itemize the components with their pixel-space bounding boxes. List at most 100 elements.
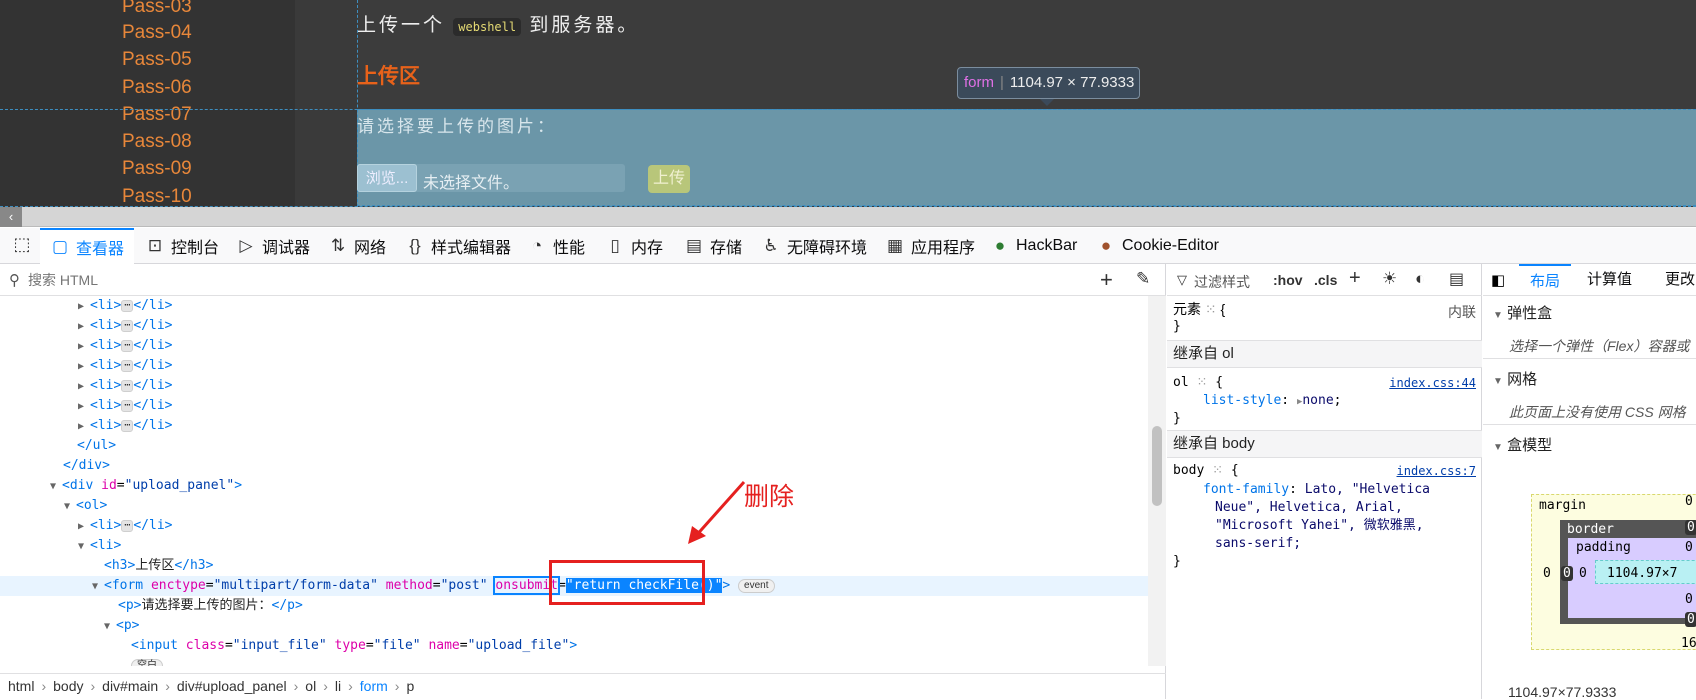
- expand-icon[interactable]: ▶: [78, 357, 90, 377]
- expand-icon[interactable]: ▶: [78, 297, 90, 317]
- nav-item-pass-06[interactable]: Pass-06: [122, 77, 192, 99]
- padding-left-value[interactable]: 0: [1579, 566, 1587, 581]
- padding-top-value[interactable]: 0: [1685, 540, 1693, 555]
- box-model-section[interactable]: ▼ 盒模型: [1493, 434, 1552, 455]
- ellipsis-badge[interactable]: ⋯: [121, 419, 134, 432]
- tree-row-ul-close[interactable]: </ul>: [0, 436, 1148, 456]
- flexbox-section[interactable]: ▼ 弹性盒: [1493, 302, 1552, 323]
- ellipsis-badge[interactable]: ⋯: [121, 379, 134, 392]
- breadcrumb-item[interactable]: p: [406, 674, 414, 698]
- ellipsis-badge[interactable]: ⋯: [121, 319, 134, 332]
- browse-button[interactable]: 浏览...: [357, 164, 417, 192]
- tree-row-whitespace[interactable]: 空白: [0, 656, 1148, 666]
- tab-console[interactable]: ⊡ 控制台: [145, 228, 219, 264]
- add-rule-icon[interactable]: +: [1349, 267, 1361, 290]
- tree-row-ol[interactable]: ▼ <ol>: [0, 496, 1148, 516]
- nav-item-pass-04[interactable]: Pass-04: [122, 22, 192, 44]
- tree-row-li[interactable]: ▶ <li> ⋯ </li>: [0, 356, 1148, 376]
- padding-bottom-value[interactable]: 0: [1685, 592, 1693, 607]
- body-rule-declaration[interactable]: font-family: Lato, "Helvetica: [1203, 481, 1430, 499]
- border-bottom-value[interactable]: 0: [1685, 612, 1696, 627]
- toggle-sidebar-icon[interactable]: ◧: [1491, 271, 1505, 289]
- ellipsis-badge[interactable]: ⋯: [121, 399, 134, 412]
- breadcrumb-item[interactable]: ol: [305, 674, 316, 698]
- tab-debugger[interactable]: ▷ 调试器: [236, 228, 310, 264]
- breadcrumb-item[interactable]: html: [8, 674, 34, 698]
- ol-rule-source-link[interactable]: index.css:44: [1389, 376, 1476, 390]
- tree-row-li[interactable]: ▶ <li> ⋯ </li>: [0, 416, 1148, 436]
- tab-network[interactable]: ⇅ 网络: [328, 228, 386, 264]
- expand-icon[interactable]: ▶: [78, 417, 90, 437]
- tab-computed[interactable]: 计算值: [1587, 264, 1632, 296]
- upload-button[interactable]: 上传: [648, 165, 690, 193]
- nav-item-pass-08[interactable]: Pass-08: [122, 131, 192, 153]
- expand-icon[interactable]: ▶: [78, 337, 90, 357]
- print-media-icon[interactable]: ▤: [1449, 269, 1464, 289]
- tree-row-li[interactable]: ▶ <li> ⋯ </li>: [0, 376, 1148, 396]
- tab-application[interactable]: ▦ 应用程序: [885, 228, 975, 264]
- filter-styles-input[interactable]: 过滤样式: [1194, 272, 1250, 292]
- tree-row-li[interactable]: ▶ <li> ⋯ </li>: [0, 396, 1148, 416]
- tree-row-li-open[interactable]: ▼ <li>: [0, 536, 1148, 556]
- ellipsis-badge[interactable]: ⋯: [121, 299, 134, 312]
- tab-inspector[interactable]: ▢ 查看器: [40, 228, 135, 264]
- expand-icon[interactable]: ▶: [78, 397, 90, 417]
- tab-memory[interactable]: ▯ 内存: [605, 228, 663, 264]
- tab-layout[interactable]: 布局: [1519, 264, 1571, 296]
- nav-item-pass-03[interactable]: Pass-03: [122, 0, 192, 18]
- dark-mode-icon[interactable]: ◐: [1415, 269, 1425, 289]
- margin-top-value[interactable]: 0: [1685, 494, 1693, 509]
- nav-item-pass-09[interactable]: Pass-09: [122, 158, 192, 180]
- breadcrumb-item[interactable]: div#main: [102, 674, 158, 698]
- collapse-icon[interactable]: ▼: [50, 477, 62, 497]
- eyedropper-icon[interactable]: ✎: [1136, 269, 1150, 289]
- ellipsis-badge[interactable]: ⋯: [121, 339, 134, 352]
- event-badge[interactable]: event: [738, 578, 775, 593]
- tab-performance[interactable]: ◔ 性能: [527, 228, 585, 264]
- tab-style-editor[interactable]: {} 样式编辑器: [405, 228, 511, 264]
- ol-rule-declaration[interactable]: list-style: ▶none;: [1203, 392, 1342, 410]
- margin-bottom-value[interactable]: 16: [1681, 636, 1696, 651]
- whitespace-badge[interactable]: 空白: [131, 658, 163, 666]
- collapse-icon[interactable]: ▼: [92, 577, 104, 597]
- nav-item-pass-07[interactable]: Pass-07: [122, 104, 192, 126]
- tab-changes[interactable]: 更改: [1665, 264, 1695, 296]
- expand-icon[interactable]: ▶: [78, 317, 90, 337]
- expand-icon[interactable]: ▶: [78, 377, 90, 397]
- margin-left-value[interactable]: 0: [1543, 566, 1551, 581]
- grid-section[interactable]: ▼ 网格: [1493, 368, 1537, 389]
- scroll-thumb[interactable]: [1152, 426, 1162, 506]
- cls-toggle[interactable]: .cls: [1314, 272, 1337, 288]
- tree-row-p-open[interactable]: ▼ <p>: [0, 616, 1148, 636]
- breadcrumb-item[interactable]: body: [53, 674, 83, 698]
- breadcrumb-item[interactable]: li: [335, 674, 341, 698]
- breadcrumb-item-active[interactable]: form: [360, 674, 388, 698]
- search-html-input[interactable]: [28, 271, 928, 289]
- ellipsis-badge[interactable]: ⋯: [121, 519, 134, 532]
- tree-scrollbar[interactable]: [1148, 296, 1166, 666]
- content-size[interactable]: 1104.97×7: [1607, 566, 1677, 581]
- breadcrumb-item[interactable]: div#upload_panel: [177, 674, 287, 698]
- collapse-icon[interactable]: ▼: [64, 497, 76, 517]
- tab-cookie-editor[interactable]: ● Cookie-Editor: [1096, 228, 1219, 264]
- horizontal-scrollbar[interactable]: [0, 207, 1696, 227]
- border-left-value[interactable]: 0: [1561, 566, 1573, 581]
- ellipsis-badge[interactable]: ⋯: [121, 359, 134, 372]
- tree-row-li[interactable]: ▶ <li> ⋯ </li>: [0, 296, 1148, 316]
- collapse-icon[interactable]: ▼: [78, 537, 90, 557]
- nav-item-pass-10[interactable]: Pass-10: [122, 186, 192, 207]
- tab-storage[interactable]: ▤ 存储: [684, 228, 742, 264]
- tab-hackbar[interactable]: ● HackBar: [990, 228, 1078, 264]
- add-node-icon[interactable]: +: [1100, 267, 1113, 293]
- tab-accessibility[interactable]: ♿ 无障碍环境: [761, 228, 867, 264]
- tree-row-li[interactable]: ▶ <li> ⋯ </li>: [0, 316, 1148, 336]
- tree-row-li[interactable]: ▶ <li> ⋯ </li>: [0, 516, 1148, 536]
- tree-row-input[interactable]: <input class="input_file" type="file" na…: [0, 636, 1148, 656]
- element-picker-icon[interactable]: ⬚: [10, 234, 34, 258]
- scroll-left-icon[interactable]: ‹: [0, 207, 22, 227]
- nav-item-pass-05[interactable]: Pass-05: [122, 49, 192, 71]
- border-top-value[interactable]: 0: [1685, 520, 1696, 535]
- tree-row-li[interactable]: ▶ <li> ⋯ </li>: [0, 336, 1148, 356]
- expand-icon[interactable]: ▶: [78, 517, 90, 537]
- tree-row-div-close[interactable]: </div>: [0, 456, 1148, 476]
